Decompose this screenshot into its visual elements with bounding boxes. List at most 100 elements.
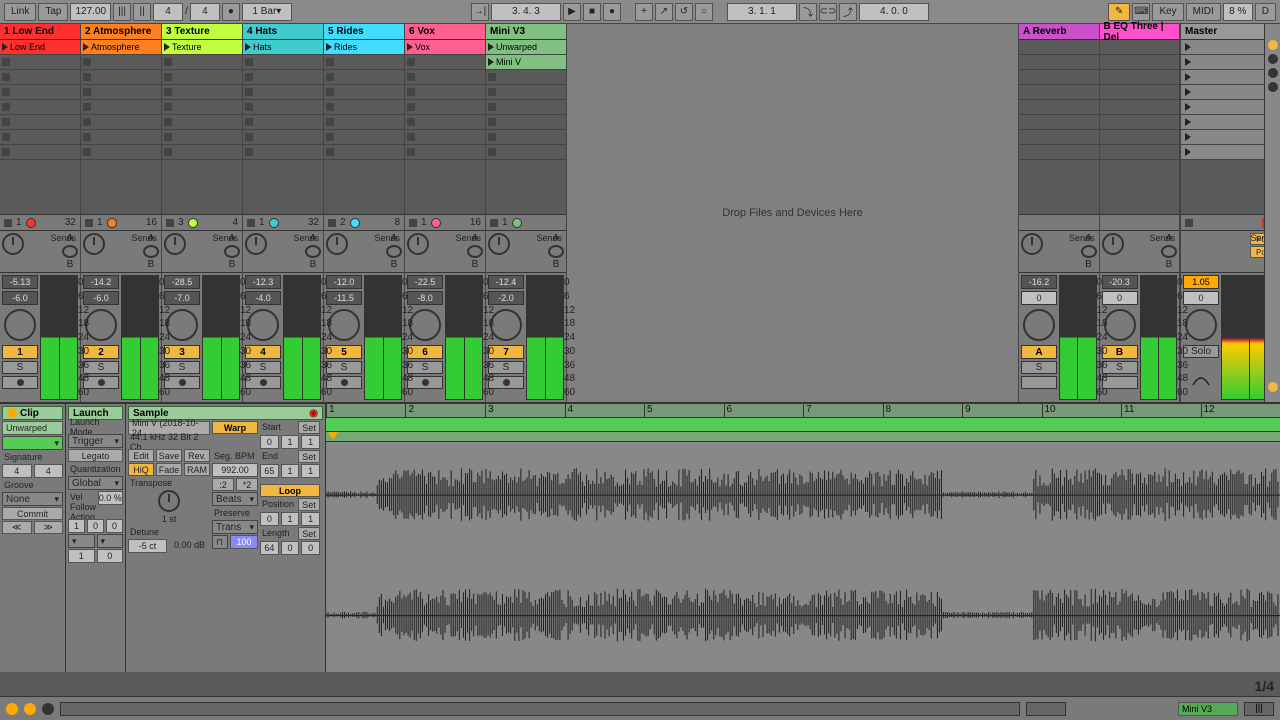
- stop-icon[interactable]: [164, 88, 172, 96]
- stop-icon[interactable]: [245, 148, 253, 156]
- launch-mode[interactable]: Trigger▾: [68, 434, 123, 448]
- stop-icon[interactable]: [407, 103, 415, 111]
- pan-knob[interactable]: [326, 233, 348, 255]
- scene-play-icon[interactable]: [1185, 88, 1191, 96]
- stop-button[interactable]: [490, 219, 498, 227]
- stop-button[interactable]: [328, 219, 336, 227]
- play-icon[interactable]: [2, 43, 8, 51]
- waveform-display[interactable]: [326, 442, 1280, 672]
- metronome-toggle-icon[interactable]: ●: [222, 3, 240, 21]
- clip-slot[interactable]: Mini V: [486, 55, 566, 70]
- level-meter[interactable]: 0612182430364860: [364, 275, 402, 400]
- send-a-knob[interactable]: [467, 245, 483, 258]
- stop-icon[interactable]: [83, 133, 91, 141]
- clip-slot-empty[interactable]: [486, 70, 566, 85]
- status-indicator-1[interactable]: [6, 703, 18, 715]
- send-a-knob[interactable]: [62, 245, 78, 258]
- stop-icon[interactable]: [83, 148, 91, 156]
- keyboard-icon[interactable]: ⌨: [1132, 3, 1150, 21]
- track-header[interactable]: 2 Atmosphere: [81, 24, 161, 40]
- overdub-icon[interactable]: +: [635, 3, 653, 21]
- clip-slot-empty[interactable]: [324, 145, 404, 160]
- warp-button[interactable]: Warp: [212, 421, 258, 434]
- sig-den[interactable]: 4: [190, 3, 220, 21]
- clip-slot-empty[interactable]: [405, 130, 485, 145]
- clip-slot-empty[interactable]: [405, 85, 485, 100]
- pan-knob[interactable]: [83, 233, 105, 255]
- clip-slot-empty[interactable]: [324, 55, 404, 70]
- pan-knob[interactable]: [1102, 233, 1124, 255]
- hiq-button[interactable]: HiQ: [128, 463, 154, 476]
- clip-slot-empty[interactable]: [243, 70, 323, 85]
- scene-play-icon[interactable]: [1185, 133, 1191, 141]
- clip-slot-empty[interactable]: [405, 145, 485, 160]
- send-a-knob[interactable]: [548, 245, 564, 258]
- stop-icon[interactable]: [164, 103, 172, 111]
- midi-button[interactable]: MIDI: [1186, 3, 1221, 21]
- io-dot[interactable]: [350, 218, 360, 228]
- track-header[interactable]: 1 Low End: [0, 24, 80, 40]
- send-value[interactable]: -6.0: [2, 291, 38, 305]
- clip-slot-empty[interactable]: [81, 100, 161, 115]
- metronome-icon[interactable]: |||: [113, 3, 131, 21]
- clip-slot-empty[interactable]: [0, 100, 80, 115]
- clip-slot-empty[interactable]: [81, 85, 161, 100]
- level-meter[interactable]: 0612182430364860: [121, 275, 159, 400]
- status-indicator-3[interactable]: [42, 703, 54, 715]
- stop-icon[interactable]: [488, 73, 496, 81]
- status-indicator-2[interactable]: [24, 703, 36, 715]
- crossfade-toggle[interactable]: [1268, 382, 1278, 392]
- start-set[interactable]: Set: [298, 421, 320, 434]
- clip-slot-empty[interactable]: [162, 55, 242, 70]
- play-icon[interactable]: [488, 58, 494, 66]
- stop-icon[interactable]: [164, 73, 172, 81]
- clip-slot-empty[interactable]: [81, 145, 161, 160]
- wave-loop-strip[interactable]: [326, 418, 1280, 432]
- reenable-icon[interactable]: ↺: [675, 3, 693, 21]
- stop-icon[interactable]: [326, 88, 334, 96]
- io-dot[interactable]: [107, 218, 117, 228]
- next-clip[interactable]: ≫: [34, 521, 64, 534]
- scene-play-icon[interactable]: [1185, 148, 1191, 156]
- stop-icon[interactable]: [326, 148, 334, 156]
- clip-slot-empty[interactable]: [243, 85, 323, 100]
- volume-value[interactable]: -5.13: [2, 275, 38, 289]
- record-icon[interactable]: ●: [603, 3, 621, 21]
- return-header[interactable]: A Reverb: [1019, 24, 1099, 40]
- clip-slot[interactable]: Hats: [243, 40, 323, 55]
- clip-slot-empty[interactable]: [405, 115, 485, 130]
- clip-slot-empty[interactable]: [243, 115, 323, 130]
- arm-button[interactable]: [2, 376, 38, 389]
- stop-icon[interactable]: [488, 118, 496, 126]
- grain-field[interactable]: 100: [230, 535, 258, 549]
- stop-icon[interactable]: [407, 148, 415, 156]
- stop-icon[interactable]: [245, 118, 253, 126]
- loop-length[interactable]: 4. 0. 0: [859, 3, 929, 21]
- clip-slot-empty[interactable]: [0, 130, 80, 145]
- automation-icon[interactable]: ↗: [655, 3, 673, 21]
- legato-button[interactable]: Legato: [68, 449, 123, 462]
- len-set[interactable]: Set: [298, 527, 320, 540]
- pan-knob[interactable]: [407, 233, 429, 255]
- prev-clip[interactable]: ≪: [2, 521, 32, 534]
- play-icon[interactable]: [326, 43, 332, 51]
- stop-icon[interactable]: [164, 148, 172, 156]
- preserve-select[interactable]: Trans▾: [212, 520, 258, 534]
- clip-slot-empty[interactable]: [324, 100, 404, 115]
- track-header[interactable]: 4 Hats: [243, 24, 323, 40]
- io-dot[interactable]: [269, 218, 279, 228]
- wave-marker-strip[interactable]: [326, 432, 1280, 442]
- clip-name-field[interactable]: Unwarped: [2, 421, 63, 435]
- send-a-knob[interactable]: [143, 245, 159, 258]
- clip-slot-empty[interactable]: [81, 115, 161, 130]
- stop-icon[interactable]: [164, 118, 172, 126]
- clip-slot-empty[interactable]: [162, 85, 242, 100]
- stop-icon[interactable]: [488, 88, 496, 96]
- play-icon[interactable]: ▶: [563, 3, 581, 21]
- mixer-toggle[interactable]: [1268, 82, 1278, 92]
- pos-set[interactable]: Set: [298, 498, 320, 511]
- stop-icon[interactable]: [245, 88, 253, 96]
- pan-knob[interactable]: [245, 233, 267, 255]
- level-meter[interactable]: 0612182430364860: [283, 275, 321, 400]
- end-set[interactable]: Set: [298, 450, 320, 463]
